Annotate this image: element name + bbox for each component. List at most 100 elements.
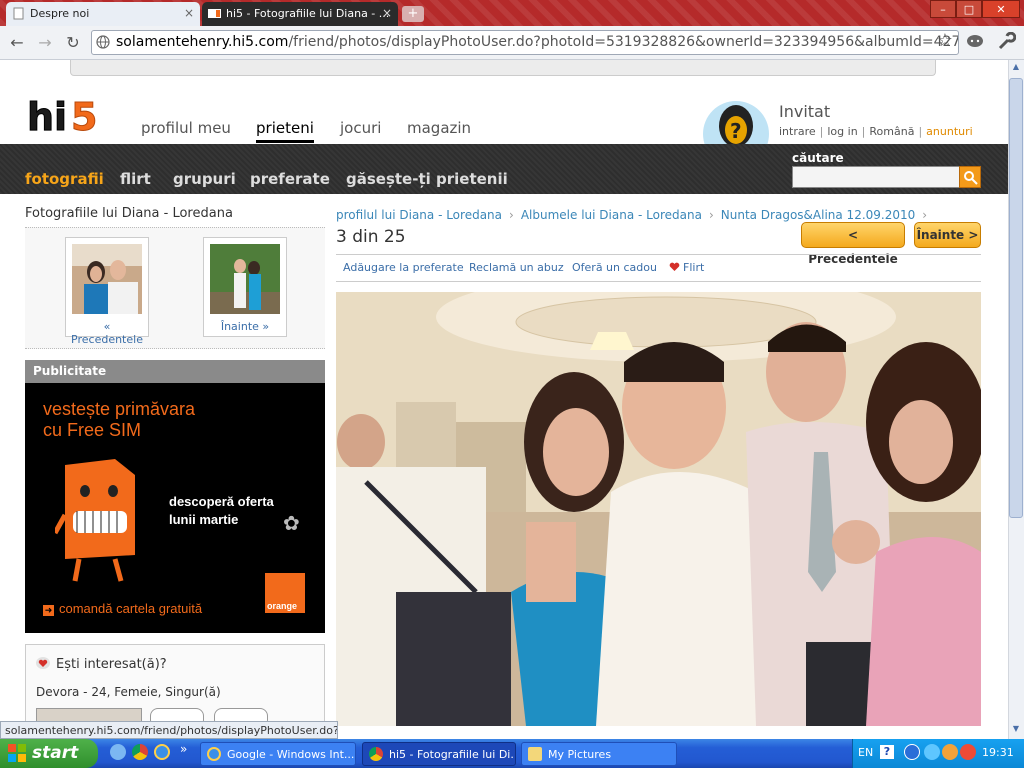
scrollbar-thumb[interactable]	[1009, 78, 1023, 518]
link-language[interactable]: Română	[869, 125, 914, 138]
breadcrumb: profilul lui Diana - Loredana › Albumele l…	[336, 208, 934, 222]
orange-advertisement[interactable]: vestește primăvara cu Free SIM descoperă …	[25, 383, 325, 633]
previous-photo-button[interactable]: < Precedentele	[801, 222, 905, 266]
tab-label: Despre noi	[30, 7, 90, 20]
network-icon[interactable]	[924, 744, 940, 760]
report-abuse-link[interactable]: Reclamă un abuz	[469, 261, 564, 274]
prev-thumb-label[interactable]: « Precedentele	[66, 320, 148, 346]
ad-cta-link[interactable]: ➜ comandă cartela gratuită	[43, 601, 202, 616]
maximize-button[interactable]: □	[956, 0, 982, 18]
link-anunturi[interactable]: anunturi	[926, 125, 973, 138]
ad-headline-line-1: vestește primăvara	[43, 399, 196, 419]
quicklaunch-overflow-icon[interactable]: »	[180, 742, 187, 756]
main-photo[interactable]	[336, 292, 981, 726]
sim-mascot-image	[55, 459, 135, 582]
wrench-icon[interactable]	[996, 32, 1016, 52]
messenger-quicklaunch-icon[interactable]	[110, 744, 126, 760]
tab-close-icon[interactable]: ×	[184, 6, 194, 20]
nav-prieteni[interactable]: prieteni	[256, 119, 314, 143]
svg-text:5: 5	[71, 95, 97, 138]
link-log-in[interactable]: log in	[827, 125, 857, 138]
next-photo-thumb[interactable]: Înainte »	[203, 237, 287, 337]
ad-body-line-2: lunii martie	[169, 512, 239, 527]
bookmark-star-icon[interactable]: ☆	[934, 31, 956, 51]
next-photo-button[interactable]: Înainte >	[914, 222, 981, 248]
send-gift-link[interactable]: Oferă un cadou	[572, 261, 657, 274]
ad-cta-label: comandă cartela gratuită	[59, 601, 203, 616]
arrow-icon: ➜	[43, 605, 54, 616]
guest-title: Invitat	[779, 102, 831, 121]
taskbar-google-ie[interactable]: Google - Windows Int...	[200, 742, 356, 766]
tray-arrow-icon[interactable]	[904, 744, 920, 760]
globe-icon	[96, 35, 110, 49]
chevron-right-icon: ›	[922, 208, 928, 222]
reload-button[interactable]: ↻	[62, 33, 84, 53]
page-viewport: hi 5 profilul meu prieteni jocuri magazi…	[0, 60, 1008, 739]
back-button[interactable]: ←	[6, 33, 28, 53]
nav-magazin[interactable]: magazin	[407, 119, 471, 137]
breadcrumb-profile-link[interactable]: profilul lui Diana - Loredana	[336, 208, 502, 222]
ie-quicklaunch-icon[interactable]	[154, 744, 170, 760]
taskbar-hi5-chrome[interactable]: hi5 - Fotografiile lui Di...	[362, 742, 516, 766]
status-bar-url: solamentehenry.hi5.com/friend/photos/dis…	[0, 721, 338, 739]
taskbar-my-pictures[interactable]: My Pictures	[521, 742, 677, 766]
breadcrumb-albums-link[interactable]: Albumele lui Diana - Loredana	[521, 208, 702, 222]
page-icon	[13, 7, 24, 20]
windows-logo-icon	[8, 744, 26, 762]
subnav-fotografii[interactable]: fotografii	[25, 170, 104, 188]
interest-title: Ești interesat(ă)?	[56, 657, 167, 672]
prev-photo-thumb[interactable]: « Precedentele	[65, 237, 149, 346]
search-label: căutare	[792, 151, 844, 165]
interest-profile-summary[interactable]: Devora - 24, Femeie, Singur(ă)	[36, 685, 221, 699]
link-intrare[interactable]: intrare	[779, 125, 816, 138]
svg-text:?: ?	[730, 119, 742, 143]
forward-button[interactable]: →	[34, 33, 56, 53]
scroll-down-arrow-icon[interactable]: ▼	[1010, 724, 1022, 736]
hi5-favicon-icon	[208, 9, 221, 18]
top-banner-strip	[70, 60, 936, 76]
nav-jocuri[interactable]: jocuri	[340, 119, 381, 137]
guest-links: intrare | log in | Română | anunturi	[779, 125, 973, 138]
ad-headline-line-2: cu Free SIM	[43, 420, 142, 440]
url-path: /friend/photos/displayPhotoUser.do?photo…	[288, 34, 959, 50]
chat-bubble-icon[interactable]	[966, 34, 984, 50]
separator: |	[918, 125, 923, 138]
hi5-logo[interactable]: hi 5	[25, 94, 119, 138]
language-indicator[interactable]: EN	[858, 746, 873, 759]
help-icon[interactable]: ?	[880, 745, 894, 759]
breadcrumb-album-link[interactable]: Nunta Dragos&Alina 12.09.2010	[721, 208, 916, 222]
ad-headline: vestește primăvara cu Free SIM	[43, 399, 195, 441]
scroll-up-arrow-icon[interactable]: ▲	[1010, 62, 1022, 74]
flirt-link[interactable]: Flirt	[683, 261, 704, 274]
antivirus-icon[interactable]	[960, 744, 976, 760]
address-bar[interactable]: solamentehenry.hi5.com/friend/photos/dis…	[91, 30, 959, 55]
tab-despre-noi[interactable]: Despre noi ×	[6, 2, 200, 26]
heart-bubble-icon	[36, 657, 50, 669]
ad-header: Publicitate	[25, 360, 325, 383]
next-thumb-label[interactable]: Înainte »	[204, 320, 286, 333]
nav-profilul-meu[interactable]: profilul meu	[141, 119, 231, 137]
ad-body: descoperă oferta lunii martie	[169, 493, 274, 529]
new-tab-button[interactable]: +	[402, 6, 424, 22]
subnav-flirt[interactable]: flirt	[120, 170, 151, 188]
minimize-button[interactable]: –	[930, 0, 956, 18]
folder-icon	[528, 747, 542, 761]
orange-brand-logo: orange	[265, 573, 305, 613]
search-input[interactable]	[792, 166, 960, 188]
flower-decoration-icon: ✿	[283, 511, 300, 535]
add-to-favorites-link[interactable]: Adăugare la preferate	[343, 261, 464, 274]
tray-app-icon[interactable]	[942, 744, 958, 760]
chevron-right-icon: ›	[509, 208, 514, 222]
subnav-gaseste-prietenii[interactable]: găsește-ți prietenii	[346, 170, 508, 188]
thumbnail-image	[210, 244, 280, 314]
tab-label: hi5 - Fotografiile lui Diana - ...	[226, 7, 390, 20]
tab-close-icon[interactable]: ×	[382, 6, 392, 20]
close-window-button[interactable]: ✕	[982, 0, 1020, 18]
subnav-grupuri[interactable]: grupuri	[173, 170, 236, 188]
subnav-preferate[interactable]: preferate	[250, 170, 330, 188]
search-button[interactable]	[959, 166, 981, 188]
tab-hi5-photos[interactable]: hi5 - Fotografiile lui Diana - ... ×	[202, 2, 398, 26]
svg-text:hi: hi	[27, 95, 67, 138]
chrome-quicklaunch-icon[interactable]	[132, 744, 148, 760]
chrome-icon	[369, 747, 383, 761]
